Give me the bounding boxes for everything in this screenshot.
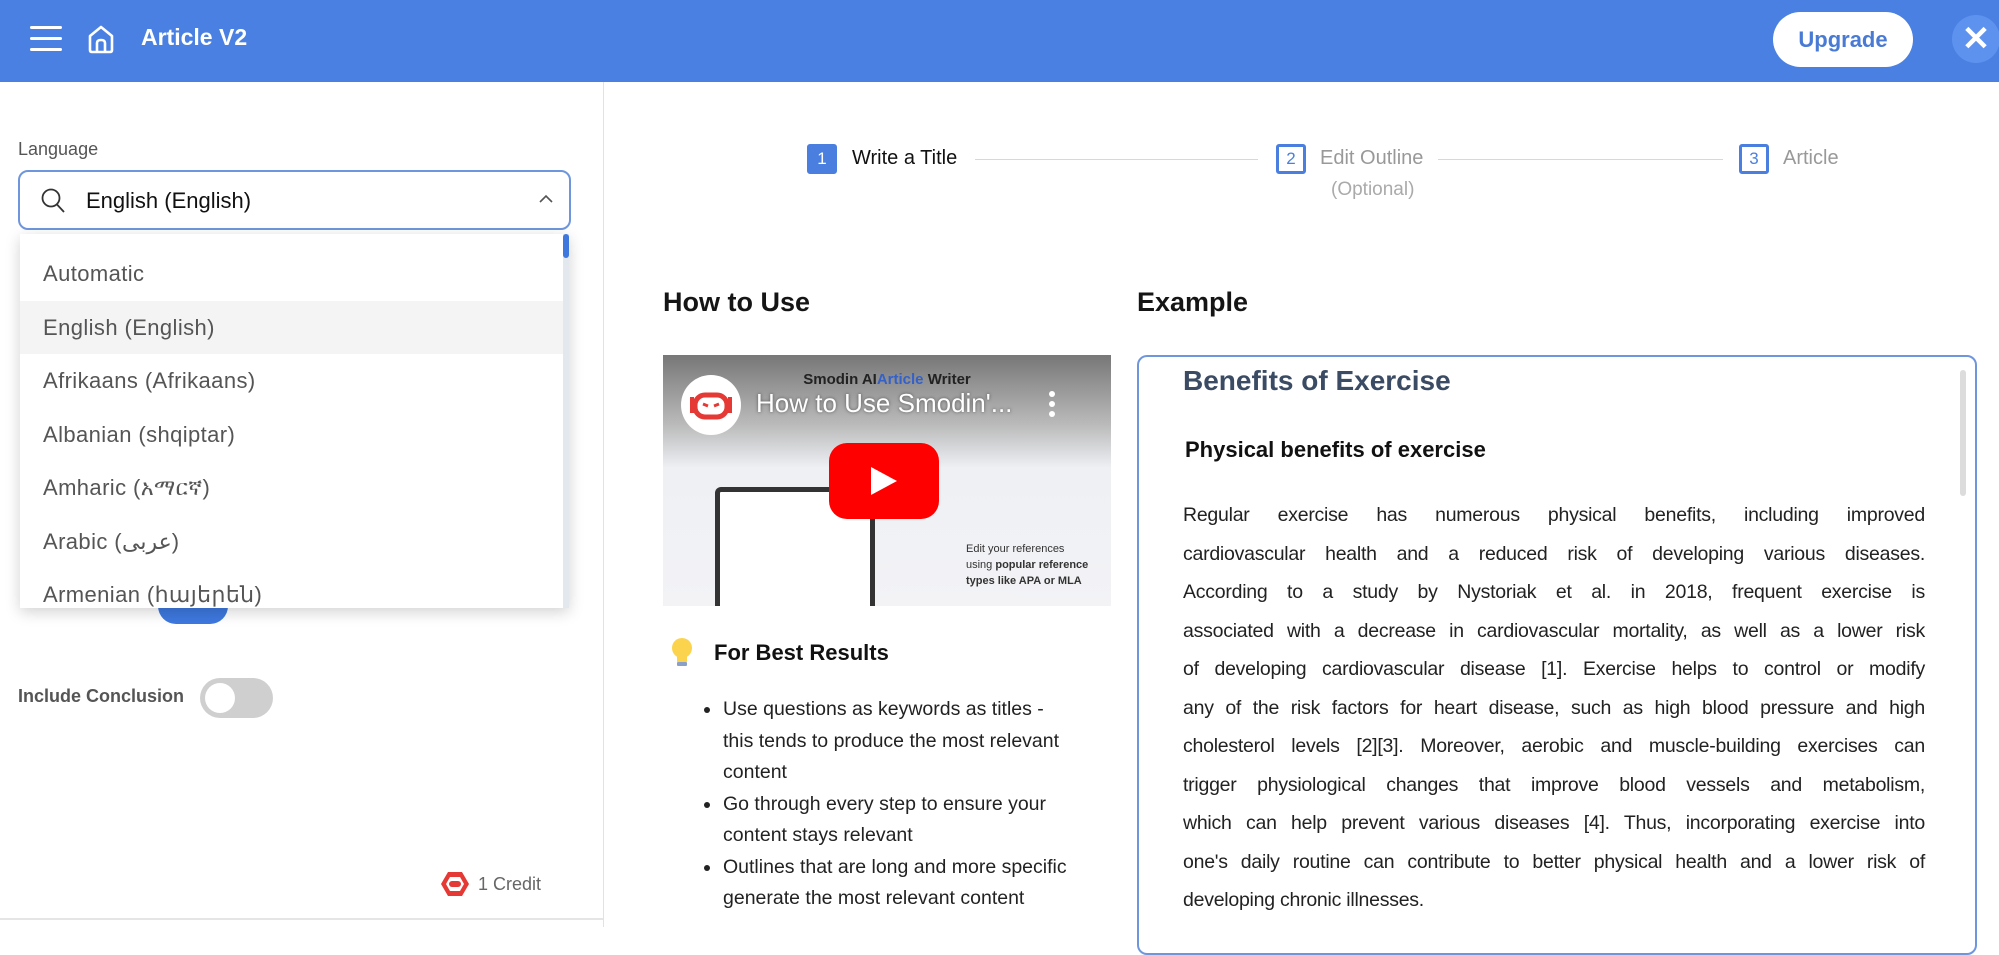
smodin-logo-icon bbox=[690, 392, 732, 420]
language-value[interactable]: English (English) bbox=[86, 188, 251, 214]
example-title: Benefits of Exercise bbox=[1183, 365, 1451, 396]
tips-list: Use questions as keywords as titles - thi… bbox=[700, 694, 1120, 915]
video-title[interactable]: How to Use Smodin'... bbox=[756, 388, 1012, 419]
step-2-label[interactable]: Edit Outline bbox=[1320, 147, 1423, 170]
play-icon bbox=[871, 467, 897, 495]
channel-avatar[interactable] bbox=[681, 375, 741, 435]
language-option[interactable]: Afrikaans (Afrikaans) bbox=[20, 354, 563, 407]
credit-count: 1 Credit bbox=[478, 874, 542, 894]
how-to-use-heading: How to Use bbox=[663, 287, 811, 317]
paragraph-line: any of the risk factors for heart diseas… bbox=[1183, 696, 1925, 719]
chevron-up-icon[interactable] bbox=[537, 192, 555, 206]
language-option-selected[interactable]: English (English) bbox=[20, 301, 563, 354]
panel-divider bbox=[603, 82, 604, 927]
close-icon[interactable]: ✕ bbox=[1952, 15, 1999, 63]
paragraph-line: cholesterol levels [2][3]. Moreover, aer… bbox=[1183, 735, 1925, 757]
paragraph-line: developing chronic illnesses. bbox=[1183, 889, 1424, 911]
include-conclusion-toggle[interactable] bbox=[200, 678, 273, 718]
language-dropdown: Automatic English (English) Afrikaans (A… bbox=[20, 234, 569, 608]
video-side-text: Edit your references using popular refere… bbox=[966, 543, 1089, 587]
step-connector bbox=[975, 159, 1258, 160]
step-3-number[interactable]: 3 bbox=[1739, 144, 1769, 174]
include-conclusion-label: Include Conclusion bbox=[18, 686, 185, 706]
language-option[interactable]: Albanian (shqiptar) bbox=[20, 408, 563, 461]
paragraph-line: cardiovascular health and a reduced risk… bbox=[1183, 542, 1925, 565]
lightbulb-icon bbox=[672, 638, 692, 666]
tips-title: For Best Results bbox=[714, 640, 889, 665]
paragraph-line: of developing cardiovascular disease [1]… bbox=[1183, 658, 1925, 680]
dropdown-scroll-thumb[interactable] bbox=[563, 234, 569, 258]
paragraph-line: one's daily routine can contribute to be… bbox=[1183, 850, 1925, 873]
tutorial-video[interactable]: Smodin AIArticle Writer How to Use Smodi… bbox=[663, 355, 1111, 606]
page-title: Article V2 bbox=[141, 24, 248, 50]
paragraph-line: associated with a decrease in cardiovasc… bbox=[1183, 619, 1925, 642]
more-options-icon[interactable] bbox=[1049, 391, 1055, 417]
upgrade-button[interactable]: Upgrade bbox=[1773, 12, 1913, 67]
step-1-number[interactable]: 1 bbox=[807, 144, 837, 174]
step-1-label[interactable]: Write a Title bbox=[852, 147, 957, 170]
example-heading: Example bbox=[1137, 287, 1249, 317]
dropdown-scrollbar[interactable] bbox=[563, 234, 569, 608]
example-subtitle: Physical benefits of exercise bbox=[1185, 437, 1486, 462]
paragraph-line: trigger physiological changes that impro… bbox=[1183, 773, 1925, 796]
language-label: Language bbox=[18, 139, 99, 159]
language-option[interactable]: Arabic (عربى) bbox=[20, 515, 563, 568]
home-icon[interactable] bbox=[84, 22, 118, 56]
menu-icon[interactable] bbox=[30, 26, 62, 52]
step-2-optional: (Optional) bbox=[1331, 179, 1415, 200]
tip-item: Go through every step to ensure your cont… bbox=[700, 789, 1120, 852]
language-select[interactable]: English (English) bbox=[18, 170, 571, 230]
paragraph-line: Regular exercise has numerous physical b… bbox=[1183, 504, 1925, 526]
language-option[interactable]: Automatic bbox=[20, 247, 563, 300]
example-scrollbar[interactable] bbox=[1960, 370, 1966, 496]
tip-item: Use questions as keywords as titles - thi… bbox=[700, 694, 1120, 789]
paragraph-line: According to a study by Nystoriak et al.… bbox=[1183, 581, 1925, 603]
divider bbox=[0, 918, 603, 920]
tip-item: Outlines that are long and more specific… bbox=[700, 852, 1120, 915]
language-option[interactable]: Armenian (հայերեն) bbox=[20, 568, 563, 608]
step-2-number[interactable]: 2 bbox=[1276, 144, 1306, 174]
language-option[interactable]: Amharic (አማርኛ) bbox=[20, 461, 563, 514]
example-paragraph: Regular exercise has numerous physical b… bbox=[1183, 496, 1925, 920]
app-header: Article V2 Upgrade ✕ bbox=[0, 0, 1999, 82]
search-icon bbox=[41, 188, 65, 213]
credit-icon bbox=[441, 872, 469, 896]
play-button[interactable] bbox=[829, 443, 939, 519]
step-connector bbox=[1438, 159, 1723, 160]
step-3-label[interactable]: Article bbox=[1783, 147, 1839, 170]
paragraph-line: which can help prevent various diseases … bbox=[1183, 812, 1925, 834]
